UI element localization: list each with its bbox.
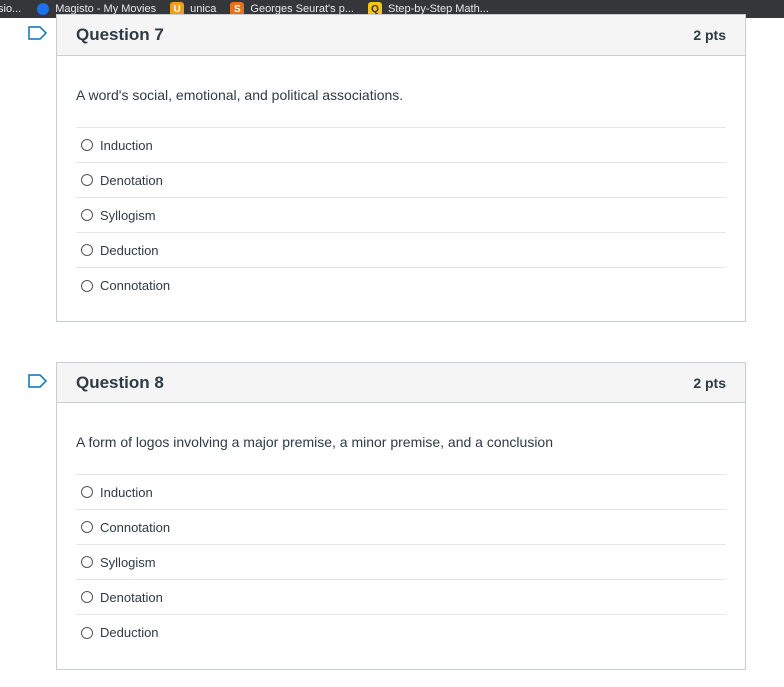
answer-option[interactable]: Induction bbox=[76, 128, 726, 163]
radio-button[interactable] bbox=[81, 244, 93, 256]
question-title: Question 8 bbox=[76, 372, 164, 392]
flag-question-icon[interactable] bbox=[28, 374, 47, 388]
question-8: Question 8 2 pts A form of logos involvi… bbox=[28, 362, 746, 670]
answer-label[interactable]: Deduction bbox=[100, 625, 159, 640]
radio-button[interactable] bbox=[81, 521, 93, 533]
question-text: A form of logos involving a major premis… bbox=[76, 434, 553, 450]
answer-label[interactable]: Syllogism bbox=[100, 555, 156, 570]
radio-button[interactable] bbox=[81, 556, 93, 568]
question-points: 2 pts bbox=[693, 374, 726, 391]
radio-button[interactable] bbox=[81, 626, 93, 639]
flag-question-icon[interactable] bbox=[28, 26, 47, 40]
answer-option[interactable]: Connotation bbox=[76, 510, 726, 545]
question-body: A word's social, emotional, and politica… bbox=[57, 87, 745, 303]
answer-option[interactable]: Denotation bbox=[76, 580, 726, 615]
question-7: Question 7 2 pts A word's social, emotio… bbox=[28, 14, 746, 322]
question-body: A form of logos involving a major premis… bbox=[57, 434, 745, 650]
radio-button[interactable] bbox=[81, 174, 93, 186]
answer-option[interactable]: Denotation bbox=[76, 163, 726, 198]
question-points: 2 pts bbox=[693, 27, 726, 43]
answer-option[interactable]: Syllogism bbox=[76, 198, 726, 233]
radio-button[interactable] bbox=[81, 279, 93, 292]
bookmark-label: sio... bbox=[0, 3, 22, 15]
answer-label[interactable]: Connotation bbox=[100, 278, 170, 293]
answer-label[interactable]: Denotation bbox=[100, 590, 163, 605]
answer-list: Induction Connotation Syllogism Denotati… bbox=[76, 474, 726, 650]
answer-option[interactable]: Induction bbox=[76, 475, 726, 510]
answer-label[interactable]: Denotation bbox=[100, 173, 163, 188]
answer-label[interactable]: Connotation bbox=[100, 520, 170, 535]
answer-option[interactable]: Syllogism bbox=[76, 545, 726, 580]
answer-option[interactable]: Connotation bbox=[76, 268, 726, 303]
answer-option[interactable]: Deduction bbox=[76, 233, 726, 268]
bookmark-item[interactable]: sio... bbox=[0, 0, 21, 18]
answer-label[interactable]: Syllogism bbox=[100, 208, 156, 223]
magisto-icon bbox=[37, 3, 50, 15]
answer-option[interactable]: Deduction bbox=[76, 615, 726, 650]
answer-label[interactable]: Deduction bbox=[100, 243, 159, 258]
answer-label[interactable]: Induction bbox=[100, 138, 153, 153]
question-title: Question 7 bbox=[76, 25, 164, 44]
answer-list: Induction Denotation Syllogism Deduction… bbox=[76, 127, 726, 303]
question-header: Question 7 2 pts bbox=[57, 15, 745, 56]
question-text: A word's social, emotional, and politica… bbox=[76, 87, 404, 103]
question-header: Question 8 2 pts bbox=[57, 363, 745, 403]
radio-button[interactable] bbox=[81, 486, 93, 498]
answer-label[interactable]: Induction bbox=[100, 485, 153, 500]
radio-button[interactable] bbox=[81, 139, 93, 151]
radio-button[interactable] bbox=[81, 591, 93, 603]
radio-button[interactable] bbox=[81, 209, 93, 221]
